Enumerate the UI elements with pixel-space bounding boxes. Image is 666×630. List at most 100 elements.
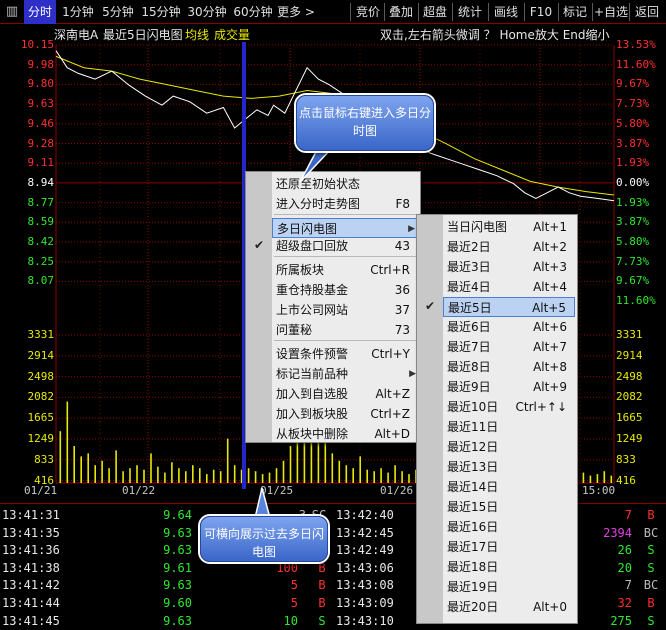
back-button[interactable]: 返回 [630,0,664,24]
context-menu: 还原至初始状态 进入分时走势图 F8 多日闪电图 ▶ 超级盘口回放 43 ✔ 所属板块 Ctrl+… [245,171,421,443]
submenu-item[interactable]: 最近12日 [443,437,575,457]
volume-bar [324,438,327,483]
submenu-item[interactable]: 最近19日 [443,577,575,597]
overlay-button[interactable]: 叠加 [385,0,417,24]
volume-bar [401,471,403,483]
volume-bar [129,468,131,483]
menu-item-shortcut: 36 [394,283,410,297]
menu-item-label: 进入分时走势图 [276,197,361,211]
volume-bar [387,472,389,483]
menu-gutter [417,215,443,623]
submenu-item[interactable]: 最近3日 Alt+3 [443,257,575,277]
submenu-item[interactable]: 最近15日 [443,497,575,517]
drawline-button[interactable]: 画线 [489,0,523,24]
toolbar-divider [350,3,351,21]
context-menu-item[interactable]: 上市公司网站 37 [272,300,418,320]
submenu-item[interactable]: 最近10日 Ctrl+↑↓ [443,397,575,417]
menu-icon[interactable]: ▥ [2,0,22,24]
context-menu-item[interactable]: 标记当前品种 ▶ [272,364,418,384]
menu-separator [274,340,416,341]
context-menu-item[interactable]: 多日闪电图 ▶ [272,218,418,238]
context-menu-item[interactable]: 重仓持股基金 36 [272,280,418,300]
tab-fenshi[interactable]: 分时 [24,0,56,24]
submenu-item[interactable]: 最近14日 [443,477,575,497]
superpan-button[interactable]: 超盘 [419,0,451,24]
volume-bar [603,471,606,483]
menu-item-label: 超级盘口回放 [276,239,349,253]
menu-item-label: 最近15日 [447,500,499,514]
tab-30min[interactable]: 30分钟 [184,0,230,24]
context-menu-item[interactable]: 加入到板块股 Ctrl+Z [272,404,418,424]
f10-button[interactable]: F10 [525,0,557,24]
context-menu-item[interactable]: 还原至初始状态 [272,174,418,194]
volume-bar [582,472,585,483]
check-icon: ✔ [254,238,265,252]
submenu-item[interactable]: 最近20日 Alt+0 [443,597,575,617]
percent-tick-label: 5.80% [616,235,650,248]
menu-item-shortcut: Alt+5 [532,301,566,315]
volume-bar [219,471,222,483]
volume-bar [59,431,62,483]
volume-bar [122,471,124,483]
auction-button[interactable]: 竞价 [352,0,384,24]
menu-item-label: 最近20日 [447,600,499,614]
volume-tick-label: 1249 [27,432,55,445]
menu-item-shortcut: Alt+3 [533,260,567,274]
mark-button[interactable]: 标记 [559,0,591,24]
volume-bar [80,456,82,483]
submenu-item[interactable]: 最近4日 Alt+4 [443,277,575,297]
context-menu-item[interactable]: 设置条件预警 Ctrl+Y [272,344,418,364]
volume-bar [331,453,334,483]
submenu-item[interactable]: 最近9日 Alt+9 [443,377,575,397]
submenu-item[interactable]: 最近2日 Alt+2 [443,237,575,257]
submenu-item[interactable]: 最近8日 Alt+8 [443,357,575,377]
add-watchlist-button[interactable]: +自选 [593,0,629,24]
menu-item-label: 最近16日 [447,520,499,534]
context-menu-item[interactable]: 进入分时走势图 F8 [272,194,418,214]
tick-time: 13:43:10 [336,613,394,628]
volume-tick-label: 2498 [27,369,55,383]
menu-item-shortcut: Alt+6 [533,320,567,334]
submenu-item[interactable]: 最近6日 Alt+6 [443,317,575,337]
price-tick-label: 9.28 [27,136,55,150]
submenu-item[interactable]: 当日闪电图 Alt+1 [443,217,575,237]
submenu-item[interactable]: 最近7日 Alt+7 [443,337,575,357]
menu-item-label: 标记当前品种 [276,367,349,381]
volume-bar [94,465,96,483]
percent-tick-label: 13.53% [616,38,656,51]
submenu-item[interactable]: 最近16日 [443,517,575,537]
tab-more[interactable]: 更多 > [276,0,316,24]
menu-item-label: 加入到板块股 [276,407,349,421]
date-tick-label: 01/26 [380,484,414,497]
menu-item-label: 最近4日 [447,280,491,294]
tab-60min[interactable]: 60分钟 [230,0,276,24]
volume-bar [610,475,613,483]
menu-item-shortcut: Ctrl+Y [371,347,410,361]
percent-tick-label: 9.67% [616,77,650,91]
submenu-item[interactable]: 最近13日 [443,457,575,477]
tab-15min[interactable]: 15分钟 [138,0,184,24]
context-menu-item[interactable]: 从板块中删除 Alt+D [272,424,418,444]
tab-1min[interactable]: 1分钟 [58,0,98,24]
menu-item-label: 问董秘 [276,323,313,337]
tab-5min[interactable]: 5分钟 [98,0,138,24]
menu-item-label: 最近18日 [447,560,499,574]
context-menu-item[interactable]: 加入到自选股 Alt+Z [272,384,418,404]
submenu-item[interactable]: 最近5日 Alt+5 [443,297,575,317]
submenu-item[interactable]: 最近18日 [443,557,575,577]
menu-separator [274,256,416,257]
volume-bar [157,466,159,483]
volume-bar [150,453,152,483]
submenu-item[interactable]: 最近11日 [443,417,575,437]
volume-bar [108,468,110,483]
volume-tick-label: 833 [34,452,54,466]
submenu-item[interactable]: 最近17日 [443,537,575,557]
context-menu-item[interactable]: 问董秘 73 [272,320,418,340]
menu-separator [274,214,416,215]
stats-button[interactable]: 统计 [453,0,487,24]
price-tick-label: 8.94 [27,175,55,189]
context-menu-item[interactable]: 超级盘口回放 43 [272,236,418,256]
price-tick-label: 8.42 [27,235,55,248]
menu-item-label: 最近8日 [447,360,491,374]
context-menu-item[interactable]: 所属板块 Ctrl+R [272,260,418,280]
